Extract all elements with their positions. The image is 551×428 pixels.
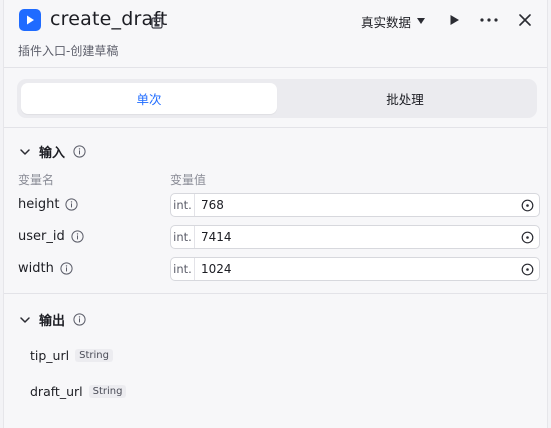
param-label: user_id (18, 229, 65, 244)
run-button[interactable] (444, 10, 464, 30)
output-item-tip-url: tip_url String (30, 348, 113, 363)
variable-button[interactable] (515, 226, 539, 248)
panel-header: create_draft 插件入口-创建草稿 真实数据 (4, 0, 547, 68)
param-name-user-id: user_id (18, 229, 84, 244)
info-icon (73, 313, 86, 326)
output-name: tip_url (30, 348, 70, 363)
type-badge: String (88, 385, 127, 398)
type-label: int. (171, 226, 195, 248)
input-section-title: 输入 (39, 146, 66, 161)
chevron-down-icon (20, 316, 30, 323)
plugin-subtitle: 插件入口-创建草稿 (18, 44, 119, 58)
variable-icon (521, 263, 533, 275)
save-icon[interactable] (151, 14, 163, 29)
more-button[interactable] (479, 10, 499, 30)
tab-batch[interactable]: 批处理 (277, 83, 533, 114)
type-label: int. (171, 258, 195, 280)
height-value[interactable]: 768 (195, 198, 515, 212)
input-section-header[interactable]: 输入 (19, 142, 86, 161)
play-icon (450, 15, 459, 25)
tab-single[interactable]: 单次 (21, 83, 277, 114)
mode-tabs: 单次 批处理 (17, 79, 537, 118)
output-section-title: 输出 (39, 314, 66, 329)
output-section-header[interactable]: 输出 (19, 310, 86, 329)
info-icon (73, 145, 86, 158)
width-input-field[interactable]: int. 1024 (170, 257, 540, 281)
type-label: int. (171, 194, 195, 216)
dataset-dropdown[interactable]: 真实数据 (361, 12, 426, 30)
param-label: width (18, 261, 54, 276)
output-item-draft-url: draft_url String (30, 384, 127, 399)
plugin-title: create_draft (50, 8, 168, 30)
column-header-value: 变量值 (170, 173, 207, 187)
variable-button[interactable] (515, 194, 539, 216)
height-input-field[interactable]: int. 768 (170, 193, 540, 217)
param-name-height: height (18, 197, 79, 212)
info-icon (65, 198, 79, 211)
user-id-value[interactable]: 7414 (195, 230, 515, 244)
user-id-input-field[interactable]: int. 7414 (170, 225, 540, 249)
variable-button[interactable] (515, 258, 539, 280)
close-button[interactable] (515, 10, 535, 30)
param-label: height (18, 197, 60, 212)
dataset-label: 真实数据 (361, 14, 412, 30)
plugin-test-panel: create_draft 插件入口-创建草稿 真实数据 单次 批处理 输入 变量… (3, 0, 548, 428)
info-icon (60, 262, 73, 275)
close-icon (519, 14, 531, 26)
divider (4, 293, 547, 294)
info-icon (71, 230, 84, 243)
app-logo-icon (19, 9, 41, 31)
width-value[interactable]: 1024 (195, 262, 515, 276)
variable-icon (521, 231, 533, 243)
divider (4, 127, 547, 128)
column-header-name: 变量名 (18, 173, 55, 187)
variable-icon (521, 199, 533, 211)
param-name-width: width (18, 261, 73, 276)
more-icon (480, 18, 498, 22)
caret-down-icon (417, 18, 426, 24)
output-name: draft_url (30, 384, 83, 399)
type-badge: String (75, 349, 113, 362)
chevron-down-icon (20, 148, 30, 155)
